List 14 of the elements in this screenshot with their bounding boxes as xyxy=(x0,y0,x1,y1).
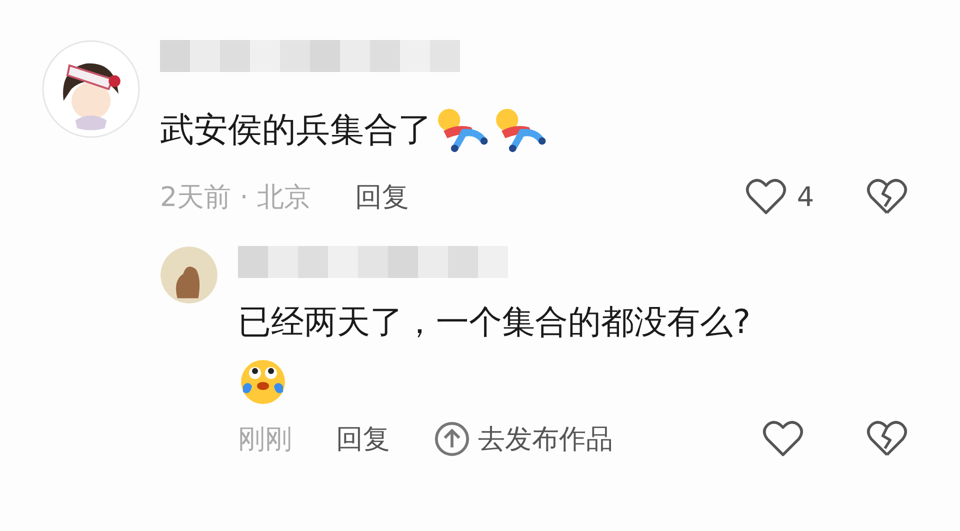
comment-text: 武安侯的兵集合了 xyxy=(160,109,432,152)
publish-link[interactable]: 去发布作品 xyxy=(434,421,613,457)
broken-heart-icon[interactable] xyxy=(866,420,908,458)
broken-heart-icon[interactable] xyxy=(866,178,908,216)
comment-text: 已经两天了，一个集合的都没有么? xyxy=(238,301,751,343)
time-location: 2天前 · 北京 xyxy=(160,181,311,215)
reply-link[interactable]: 回复 xyxy=(336,421,390,457)
heart-icon[interactable] xyxy=(744,178,787,216)
up-arrow-circle-icon xyxy=(434,421,470,457)
like-count: 4 xyxy=(796,182,814,212)
time-location: 刚刚 xyxy=(238,423,292,457)
heart-icon[interactable] xyxy=(762,420,804,458)
reply-link[interactable]: 回复 xyxy=(354,179,409,215)
avatar[interactable] xyxy=(42,40,140,138)
